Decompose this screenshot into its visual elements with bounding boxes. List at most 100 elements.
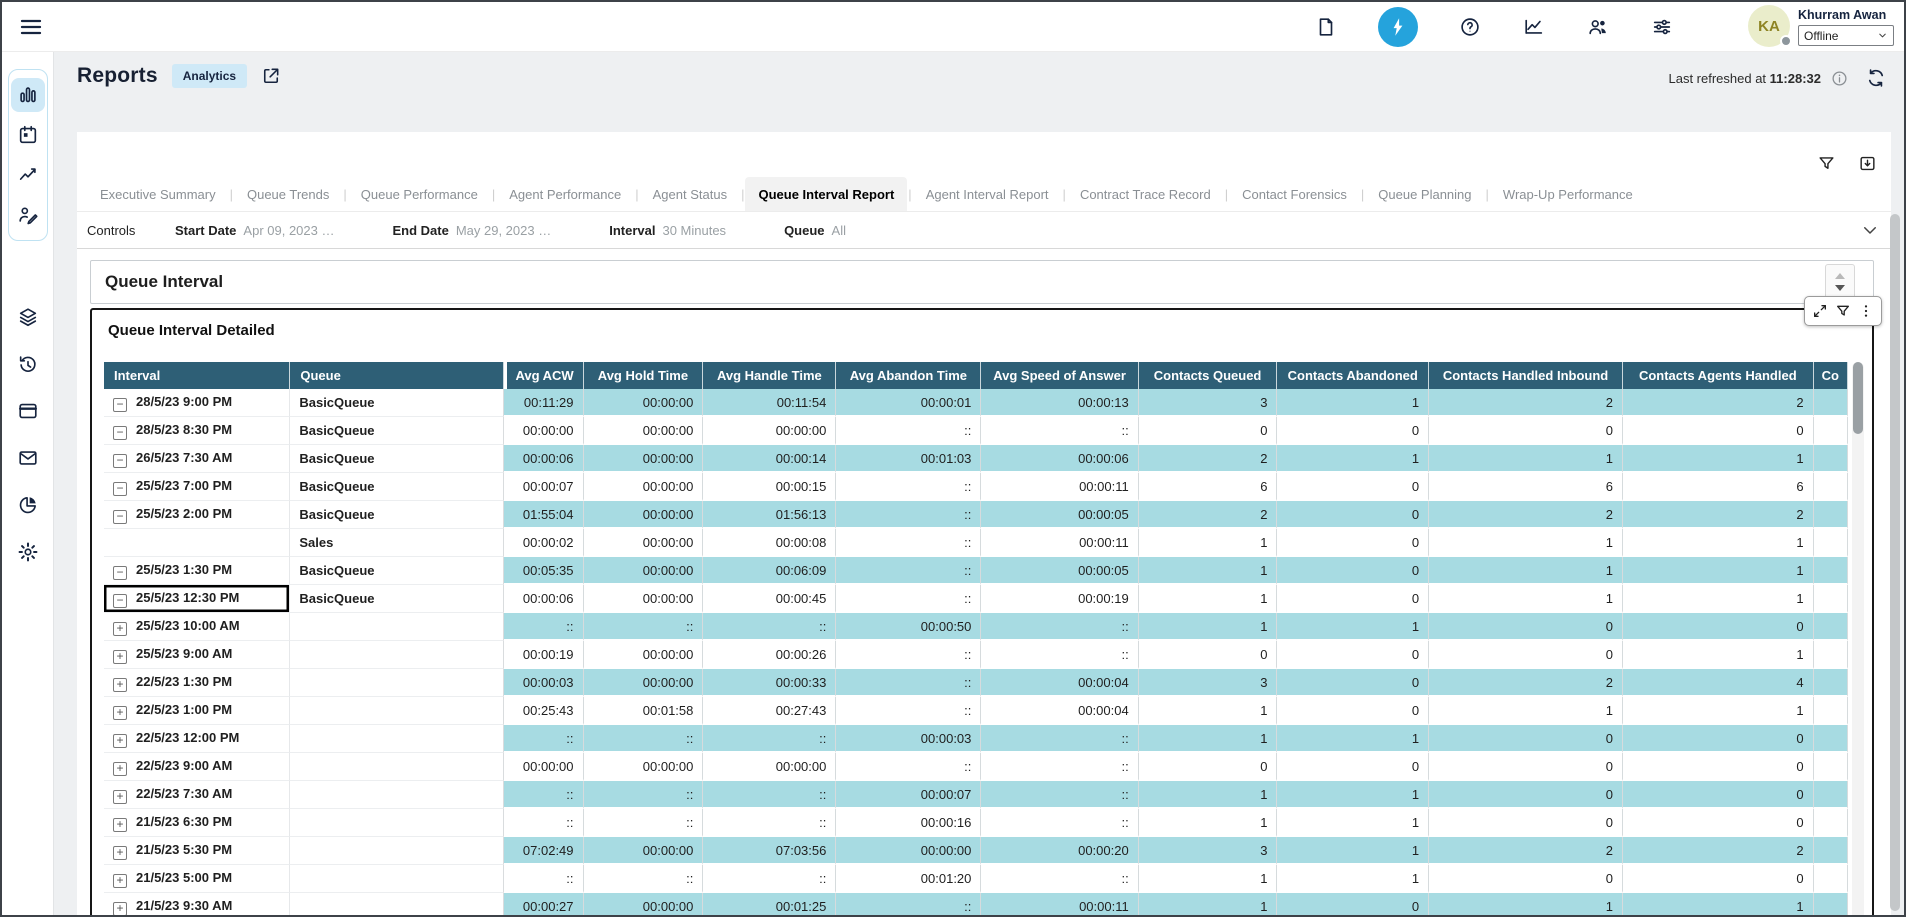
queue-cell[interactable] [290, 725, 503, 753]
metric-cell[interactable]: 0 [1623, 613, 1814, 641]
metric-cell[interactable]: :: [981, 753, 1138, 781]
metric-cell[interactable]: 00:00:00 [703, 753, 836, 781]
expand-row-icon[interactable]: + [113, 678, 127, 692]
metric-cell[interactable]: 1 [1139, 613, 1278, 641]
interval-cell[interactable]: +21/5/23 5:00 PM [104, 865, 290, 893]
metric-cell[interactable]: 0 [1429, 641, 1623, 669]
metric-cell[interactable]: 00:00:19 [981, 585, 1138, 613]
metric-cell[interactable]: 2 [1429, 669, 1623, 697]
tab-executive-summary[interactable]: Executive Summary [87, 177, 229, 211]
metric-cell[interactable]: 00:00:00 [584, 557, 704, 585]
collapse-row-icon[interactable]: − [113, 426, 127, 440]
metric-cell[interactable]: 00:00:00 [584, 641, 704, 669]
metric-cell[interactable]: :: [584, 865, 704, 893]
metric-cell[interactable]: 00:00:33 [703, 669, 836, 697]
metric-cell[interactable]: 0 [1623, 781, 1814, 809]
metric-cell[interactable]: :: [584, 809, 704, 837]
metric-cell[interactable]: 1 [1277, 781, 1429, 809]
metric-cell[interactable]: 00:00:04 [981, 669, 1138, 697]
metric-cell[interactable]: 1 [1139, 529, 1278, 557]
collapse-row-icon[interactable]: − [113, 510, 127, 524]
tab-agent-status[interactable]: Agent Status [640, 177, 740, 211]
metric-cell[interactable]: :: [504, 781, 584, 809]
interval-cell[interactable]: +21/5/23 5:30 PM [104, 837, 290, 865]
metric-cell[interactable]: :: [981, 417, 1138, 445]
metric-cell[interactable]: 00:00:00 [584, 753, 704, 781]
analytics-trend-icon[interactable] [1522, 15, 1546, 39]
metric-cell[interactable]: 00:05:35 [504, 557, 584, 585]
metric-cell[interactable]: 1 [1139, 809, 1278, 837]
queue-cell[interactable]: BasicQueue [290, 557, 503, 585]
metric-cell[interactable]: 07:02:49 [504, 837, 584, 865]
sidebar-item-schedule[interactable] [11, 118, 45, 152]
interval-cell[interactable]: +21/5/23 6:30 PM [104, 809, 290, 837]
metric-cell[interactable]: 00:01:25 [703, 893, 836, 917]
sidebar-item-agent-design[interactable] [11, 198, 45, 232]
tab-queue-planning[interactable]: Queue Planning [1365, 177, 1484, 211]
visual-filter-icon[interactable] [1835, 303, 1851, 319]
metric-cell[interactable]: :: [836, 501, 981, 529]
queue-cell[interactable]: BasicQueue [290, 417, 503, 445]
sidebar-item-layers[interactable] [11, 300, 45, 334]
metric-cell[interactable]: 3 [1139, 389, 1278, 417]
metric-cell[interactable] [1814, 585, 1848, 613]
metric-cell[interactable]: :: [703, 725, 836, 753]
metric-cell[interactable]: 00:00:26 [703, 641, 836, 669]
metric-cell[interactable]: 00:25:43 [504, 697, 584, 725]
metric-cell[interactable]: 0 [1277, 669, 1429, 697]
metric-cell[interactable]: :: [836, 753, 981, 781]
metric-cell[interactable]: 1 [1429, 585, 1623, 613]
info-icon[interactable] [1831, 70, 1848, 87]
metric-cell[interactable]: 0 [1139, 753, 1278, 781]
metric-cell[interactable] [1814, 725, 1848, 753]
notes-icon[interactable] [1314, 15, 1338, 39]
refresh-icon[interactable] [1866, 68, 1886, 88]
metric-cell[interactable]: :: [981, 865, 1138, 893]
metric-cell[interactable]: 0 [1429, 613, 1623, 641]
metric-cell[interactable]: 00:00:15 [703, 473, 836, 501]
metric-cell[interactable]: 00:00:00 [584, 669, 704, 697]
metric-cell[interactable]: 0 [1623, 417, 1814, 445]
queue-cell[interactable]: BasicQueue [290, 585, 503, 613]
interval-cell[interactable]: +22/5/23 9:00 AM [104, 753, 290, 781]
metric-cell[interactable]: 0 [1429, 809, 1623, 837]
sidebar-item-history[interactable] [11, 347, 45, 381]
metric-cell[interactable]: 1 [1277, 389, 1429, 417]
interval-cell[interactable]: +22/5/23 1:30 PM [104, 669, 290, 697]
metric-cell[interactable]: :: [836, 697, 981, 725]
metric-cell[interactable]: 00:00:07 [504, 473, 584, 501]
metric-cell[interactable]: 00:00:00 [584, 529, 704, 557]
interval-cell[interactable]: −26/5/23 7:30 AM [104, 445, 290, 473]
metric-cell[interactable]: 0 [1429, 781, 1623, 809]
metric-cell[interactable]: :: [981, 641, 1138, 669]
metric-cell[interactable]: 00:00:00 [584, 473, 704, 501]
metric-cell[interactable]: 00:00:16 [836, 809, 981, 837]
metric-cell[interactable]: :: [836, 585, 981, 613]
queue-cell[interactable] [290, 697, 503, 725]
metric-cell[interactable] [1814, 501, 1848, 529]
metric-cell[interactable]: 00:00:03 [504, 669, 584, 697]
external-link-icon[interactable] [261, 66, 281, 86]
metric-cell[interactable]: 1 [1139, 893, 1278, 917]
status-select[interactable]: Offline [1798, 25, 1894, 46]
queue-cell[interactable]: BasicQueue [290, 445, 503, 473]
metric-cell[interactable]: 1 [1623, 893, 1814, 917]
queue-cell[interactable]: BasicQueue [290, 473, 503, 501]
metric-cell[interactable]: 00:00:13 [981, 389, 1138, 417]
metric-cell[interactable]: 1 [1139, 557, 1278, 585]
tab-contact-forensics[interactable]: Contact Forensics [1229, 177, 1360, 211]
metric-cell[interactable]: 1 [1139, 725, 1278, 753]
sidebar-item-settings[interactable] [11, 535, 45, 569]
metric-cell[interactable]: 00:27:43 [703, 697, 836, 725]
metric-cell[interactable]: 1 [1277, 865, 1429, 893]
metric-cell[interactable] [1814, 781, 1848, 809]
interval-cell[interactable]: −28/5/23 9:00 PM [104, 389, 290, 417]
spinner-down-icon[interactable] [1835, 285, 1845, 291]
metric-cell[interactable]: 2 [1429, 837, 1623, 865]
metric-cell[interactable]: 00:00:00 [504, 417, 584, 445]
metric-cell[interactable]: 2 [1623, 389, 1814, 417]
metric-cell[interactable]: 1 [1139, 697, 1278, 725]
metric-cell[interactable] [1814, 669, 1848, 697]
queue-cell[interactable] [290, 641, 503, 669]
metric-cell[interactable]: 00:00:45 [703, 585, 836, 613]
